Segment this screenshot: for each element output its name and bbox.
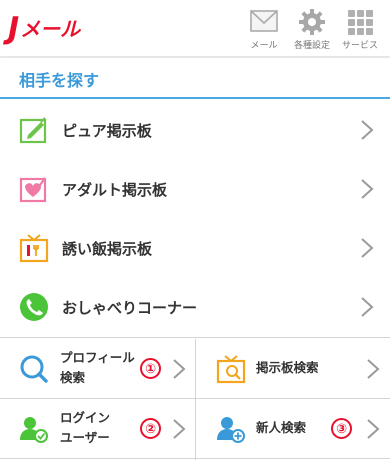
adult-board-icon xyxy=(19,177,47,203)
menu-item-meal-board[interactable]: 誘い飯掲示板 xyxy=(0,219,390,279)
app-header: J メール メール 各種設定 サービス xyxy=(0,0,390,57)
profile-search-label-2: 検索 xyxy=(60,370,86,385)
phone-icon xyxy=(20,293,48,321)
profile-search-label-1: プロフィール xyxy=(60,350,135,365)
grid-icon xyxy=(348,10,373,35)
board-search-label: 掲示板検索 xyxy=(256,360,319,375)
mail-button[interactable]: メール xyxy=(242,6,286,52)
jmail-logo[interactable]: J メール xyxy=(8,14,80,44)
chevron-right-icon xyxy=(361,120,374,140)
search-icon xyxy=(20,355,48,383)
chevron-right-icon xyxy=(367,419,380,439)
badge-3: ③ xyxy=(331,418,352,439)
menu-item-pure-board[interactable]: ピュア掲示板 xyxy=(0,101,390,161)
settings-button[interactable]: 各種設定 xyxy=(290,6,334,52)
section-title-text: 相手を探す xyxy=(19,71,100,90)
chevron-right-icon xyxy=(173,419,186,439)
grid-divider xyxy=(195,339,196,460)
gear-icon xyxy=(299,9,325,35)
new-user-search-button[interactable]: 新人検索 ③ xyxy=(196,399,390,459)
login-user-icon xyxy=(20,417,48,443)
section-heading: 相手を探す xyxy=(0,58,390,99)
new-user-search-label: 新人検索 xyxy=(256,420,307,435)
profile-search-button[interactable]: プロフィール 検索 ① xyxy=(0,339,195,399)
chevron-right-icon xyxy=(361,179,374,199)
board-search-icon xyxy=(216,355,246,384)
menu-item-label: ピュア掲示板 xyxy=(62,122,152,140)
menu-item-chat-corner[interactable]: おしゃべりコーナー xyxy=(0,278,390,338)
badge-2: ② xyxy=(140,418,161,439)
mail-icon xyxy=(250,10,278,32)
board-search-button[interactable]: 掲示板検索 xyxy=(196,339,390,399)
badge-1: ① xyxy=(140,358,161,379)
login-user-button[interactable]: ログイン ユーザー ② xyxy=(0,399,195,459)
menu-item-adult-board[interactable]: アダルト掲示板 xyxy=(0,160,390,220)
chevron-right-icon xyxy=(361,238,374,258)
menu-item-label: 誘い飯掲示板 xyxy=(62,240,153,258)
login-user-label-2: ユーザー xyxy=(60,430,110,445)
logo-j: J xyxy=(8,11,19,46)
chevron-right-icon xyxy=(173,359,186,379)
services-label: サービス xyxy=(341,41,378,51)
menu-item-label: アダルト掲示板 xyxy=(62,181,168,199)
pure-board-icon xyxy=(19,117,47,144)
new-user-icon xyxy=(217,417,245,443)
chevron-right-icon xyxy=(361,297,374,317)
services-button[interactable]: サービス xyxy=(338,6,382,52)
chevron-right-icon xyxy=(367,359,380,379)
meal-board-icon xyxy=(19,234,49,263)
menu-item-label: おしゃべりコーナー xyxy=(62,299,198,317)
logo-text: メール xyxy=(20,17,81,41)
login-user-label-1: ログイン xyxy=(60,410,111,425)
